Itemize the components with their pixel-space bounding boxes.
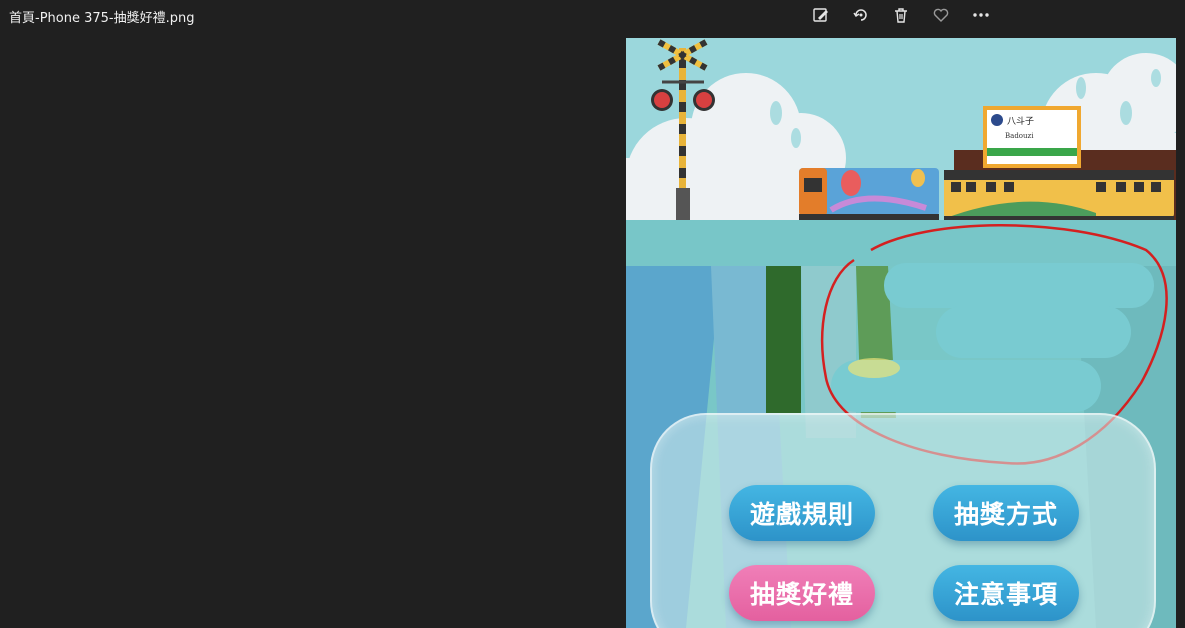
draw-method-button[interactable]: 抽獎方式 <box>933 485 1079 541</box>
delete-icon[interactable] <box>888 4 914 26</box>
station-sign: 八斗子 Badouzi <box>983 106 1081 168</box>
title-bar: 首頁-Phone 375-抽獎好禮.png <box>0 0 1185 30</box>
game-rules-button[interactable]: 遊戲規則 <box>729 485 875 541</box>
notice-button[interactable]: 注意事項 <box>933 565 1079 621</box>
menu-panel: 遊戲規則 抽獎方式 抽獎好禮 注意事項 <box>650 413 1156 628</box>
station-sign-romanized: Badouzi <box>1005 132 1034 140</box>
edit-image-icon[interactable] <box>808 4 834 26</box>
image-preview: 八斗子 Badouzi 遊戲規則 抽獎方式 抽獎好禮 注意事項 <box>626 38 1176 628</box>
rotate-icon[interactable] <box>848 4 874 26</box>
draw-prizes-button[interactable]: 抽獎好禮 <box>729 565 875 621</box>
file-name: 首頁-Phone 375-抽獎好禮.png <box>9 11 195 26</box>
more-options-icon[interactable] <box>968 4 994 26</box>
favorite-heart-icon[interactable] <box>928 4 954 26</box>
train-left <box>799 168 939 220</box>
station-sign-name: 八斗子 <box>1007 116 1034 127</box>
